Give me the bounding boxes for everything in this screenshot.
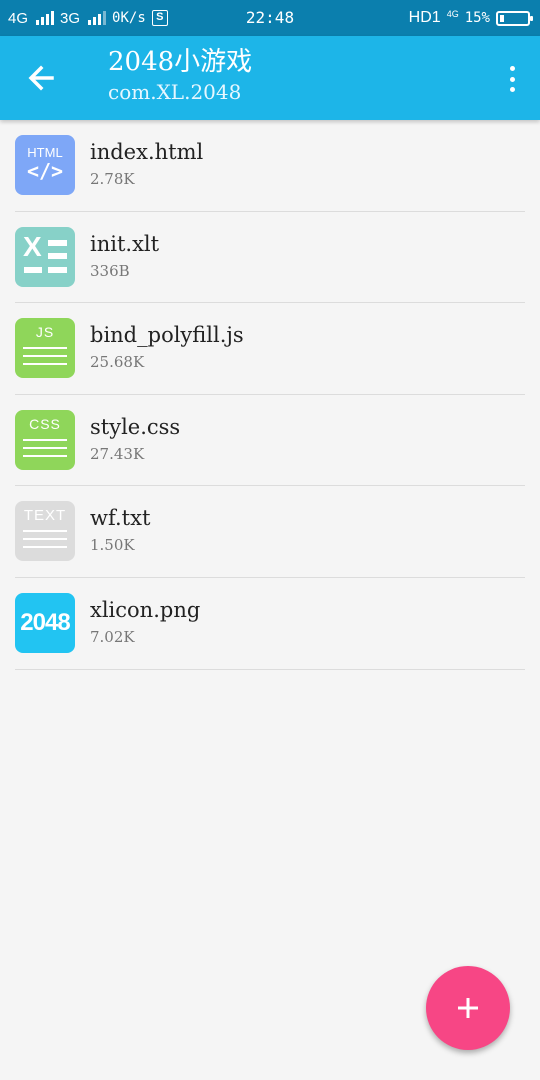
spreadsheet-file-icon: X <box>15 226 75 287</box>
file-size: 27.43K <box>90 444 145 463</box>
plus-icon <box>458 998 478 1018</box>
file-name: xlicon.png <box>90 597 201 622</box>
file-size: 2.78K <box>90 170 135 188</box>
file-size: 25.68K <box>90 353 145 372</box>
battery-percent: 15% <box>464 10 490 26</box>
text-file-icon: TEXT <box>15 501 75 562</box>
arrow-left-icon[interactable] <box>22 58 62 98</box>
network-label-3: 4G <box>446 8 459 19</box>
file-list: HTML </> index.html 2.78K X init.xlt 336… <box>0 120 540 670</box>
battery-level <box>500 14 504 22</box>
hd-label: HD1 <box>408 9 441 26</box>
file-name: index.html <box>90 140 204 164</box>
battery-icon <box>496 10 533 26</box>
file-size: 7.02K <box>90 627 135 646</box>
icon-label: CSS <box>29 415 61 432</box>
file-name: init.xlt <box>90 231 160 256</box>
icon-label: TEXT <box>23 507 67 525</box>
file-name: style.css <box>90 414 181 439</box>
icon-label: HTML <box>27 145 63 160</box>
js-file-icon: JS <box>15 318 75 379</box>
file-size: 1.50K <box>90 536 135 555</box>
list-item[interactable]: JS bind_polyfill.js 25.68K <box>0 303 540 395</box>
file-name: wf.txt <box>90 506 151 531</box>
file-name: bind_polyfill.js <box>90 323 244 348</box>
add-file-button[interactable] <box>426 966 510 1050</box>
list-item[interactable]: HTML </> index.html 2.78K <box>0 120 540 212</box>
icon-label: X <box>23 230 42 262</box>
more-vert-icon[interactable] <box>506 64 518 94</box>
list-item[interactable]: X init.xlt 336B <box>0 212 540 304</box>
app-bar: 2048小游戏 com.XL.2048 <box>0 36 540 120</box>
list-item[interactable]: TEXT wf.txt 1.50K <box>0 486 540 578</box>
icon-glyph: </> <box>26 159 64 183</box>
page-subtitle: com.XL.2048 <box>108 80 242 104</box>
image-thumbnail-icon: 2048 <box>15 592 75 653</box>
status-bar: 4G 3G 0K/s S 22:48 HD1 4G 15% <box>0 0 540 36</box>
html-file-icon: HTML </> <box>15 135 75 195</box>
title-block: 2048小游戏 com.XL.2048 <box>108 46 252 106</box>
file-size: 336B <box>90 261 130 280</box>
status-right: HD1 4G 15% <box>408 0 533 36</box>
css-file-icon: CSS <box>15 409 75 470</box>
icon-label: 2048 <box>20 608 70 636</box>
page-title: 2048小游戏 <box>108 47 253 77</box>
list-item[interactable]: CSS style.css 27.43K <box>0 395 540 487</box>
list-item[interactable]: 2048 xlicon.png 7.02K <box>0 578 540 670</box>
icon-label: JS <box>35 324 55 341</box>
